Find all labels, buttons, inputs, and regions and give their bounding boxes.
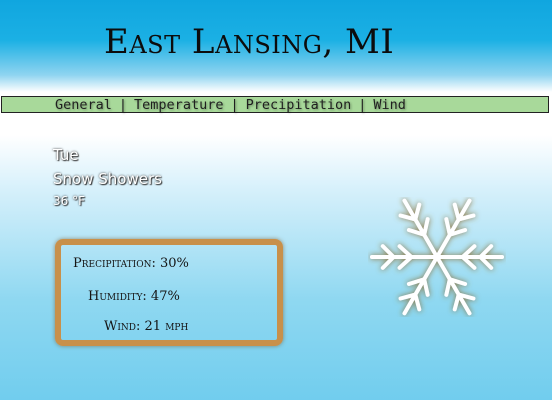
tab-precipitation[interactable]: Precipitation [246,97,352,113]
page-title: East Lansing, MI [104,22,395,62]
precipitation-value: Precipitation: 30% [73,256,189,271]
day-label: Tue [53,146,79,164]
tab-separator: | [230,96,239,113]
weather-summary: Tue Snow Showers 36 °F [53,144,162,210]
tab-wind[interactable]: Wind [373,97,406,113]
tab-temperature[interactable]: Temperature [134,97,223,113]
wind-value: Wind: 21 mph [104,319,189,334]
tab-separator: | [358,96,367,113]
tab-general[interactable]: General [55,97,112,113]
humidity-value: Humidity: 47% [88,289,180,304]
temperature-label: 36 °F [53,194,85,208]
tab-bar: General | Temperature | Precipitation | … [1,96,549,113]
snowflake-icon [369,197,505,317]
tab-separator: | [118,96,128,113]
condition-label: Snow Showers [53,170,162,188]
details-panel: Precipitation: 30% Humidity: 47% Wind: 2… [55,239,283,346]
